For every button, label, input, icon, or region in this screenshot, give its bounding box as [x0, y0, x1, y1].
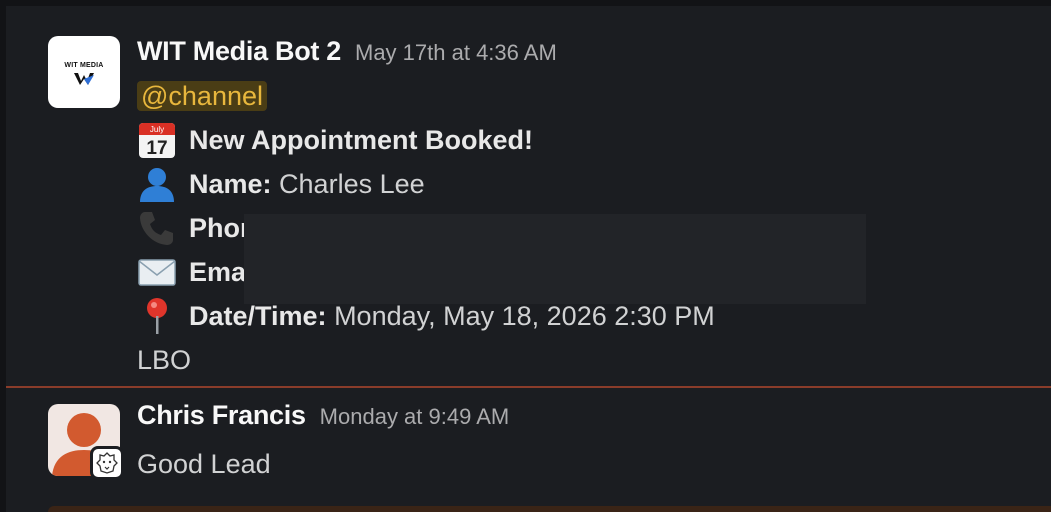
mention-line: @channel — [137, 76, 267, 116]
message-timestamp[interactable]: May 17th at 4:36 AM — [355, 40, 557, 65]
envelope-icon — [137, 252, 177, 292]
window-left-edge — [0, 0, 6, 512]
sender-name[interactable]: WIT Media Bot 2 — [137, 36, 341, 66]
bot-avatar-logo-text: WIT MEDIA — [64, 62, 104, 69]
appointment-title-line: July 17 New Appointment Booked! — [137, 120, 533, 160]
footer-text: LBO — [137, 345, 192, 375]
message-header: Chris Francis Monday at 9:49 AM — [137, 400, 509, 434]
email-label: Ema — [189, 257, 247, 287]
window-top-edge — [0, 0, 1051, 6]
calendar-month-text: July — [150, 125, 164, 134]
calendar-day-text: 17 — [146, 138, 167, 159]
phone-icon — [137, 208, 177, 248]
message-timestamp[interactable]: Monday at 9:49 AM — [320, 404, 510, 429]
pin-icon — [137, 296, 177, 336]
calendar-icon: July 17 — [137, 120, 177, 160]
message-header: WIT Media Bot 2 May 17th at 4:36 AM — [137, 36, 557, 70]
person-icon — [137, 164, 177, 204]
datetime-label: Date/Time: — [189, 301, 327, 331]
redaction-box — [244, 214, 866, 304]
name-value: Charles Lee — [279, 169, 425, 199]
lion-badge-icon — [96, 452, 118, 474]
next-message-edge — [48, 506, 1051, 512]
reply-text-line: Good Lead — [137, 444, 271, 484]
name-label: Name: — [189, 169, 272, 199]
channel-mention[interactable]: @channel — [137, 81, 267, 111]
sender-name[interactable]: Chris Francis — [137, 400, 306, 430]
wit-logo-icon — [74, 73, 94, 85]
name-line: Name: Charles Lee — [137, 164, 425, 204]
phone-line: Phor — [137, 208, 251, 248]
new-messages-divider — [6, 386, 1051, 388]
bot-avatar[interactable]: WIT MEDIA — [48, 36, 120, 108]
datetime-value: Monday, May 18, 2026 2:30 PM — [334, 301, 715, 331]
appointment-title: New Appointment Booked! — [189, 125, 533, 155]
footer-line: LBO — [137, 340, 191, 380]
workspace-badge[interactable] — [90, 446, 124, 480]
email-line: Ema — [137, 252, 246, 292]
reply-text: Good Lead — [137, 449, 271, 479]
phone-label: Phor — [189, 213, 251, 243]
